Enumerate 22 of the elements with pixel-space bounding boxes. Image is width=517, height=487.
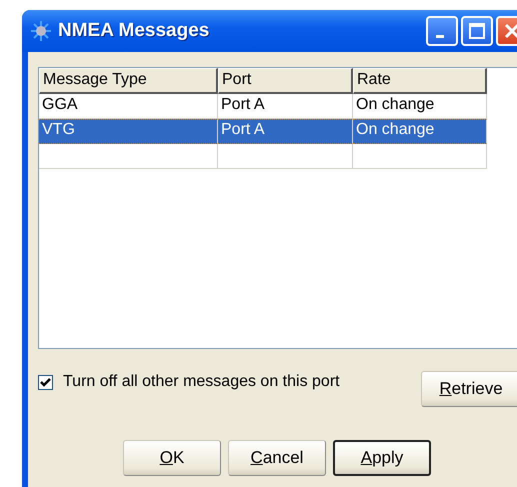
column-header[interactable]: Port — [218, 68, 353, 94]
table-cell[interactable]: VTG — [39, 119, 218, 144]
checkbox[interactable] — [38, 374, 53, 390]
table-cell[interactable]: Port A — [218, 119, 353, 144]
table-cell[interactable]: On change — [353, 119, 487, 144]
dialog-button[interactable]: Apply — [333, 440, 431, 476]
minimize-button[interactable] — [426, 16, 458, 46]
close-icon — [504, 23, 517, 39]
column-header[interactable]: Message Type — [39, 68, 218, 94]
empty-cell[interactable] — [39, 144, 218, 169]
window-title: NMEA Messages — [58, 20, 210, 42]
column-header[interactable]: Rate — [353, 68, 487, 94]
minimize-icon — [436, 34, 444, 38]
maximize-button[interactable] — [461, 16, 493, 46]
empty-cell[interactable] — [218, 144, 353, 169]
maximize-icon — [469, 23, 485, 39]
dialog-button[interactable]: Cancel — [228, 440, 326, 476]
retrieve-button[interactable]: Retrieve — [421, 371, 517, 407]
sun-icon — [30, 20, 52, 42]
dialog-button[interactable]: OK — [123, 440, 221, 476]
checkbox-label: Turn off all other messages on this port — [63, 373, 340, 391]
empty-cell[interactable] — [353, 144, 487, 169]
